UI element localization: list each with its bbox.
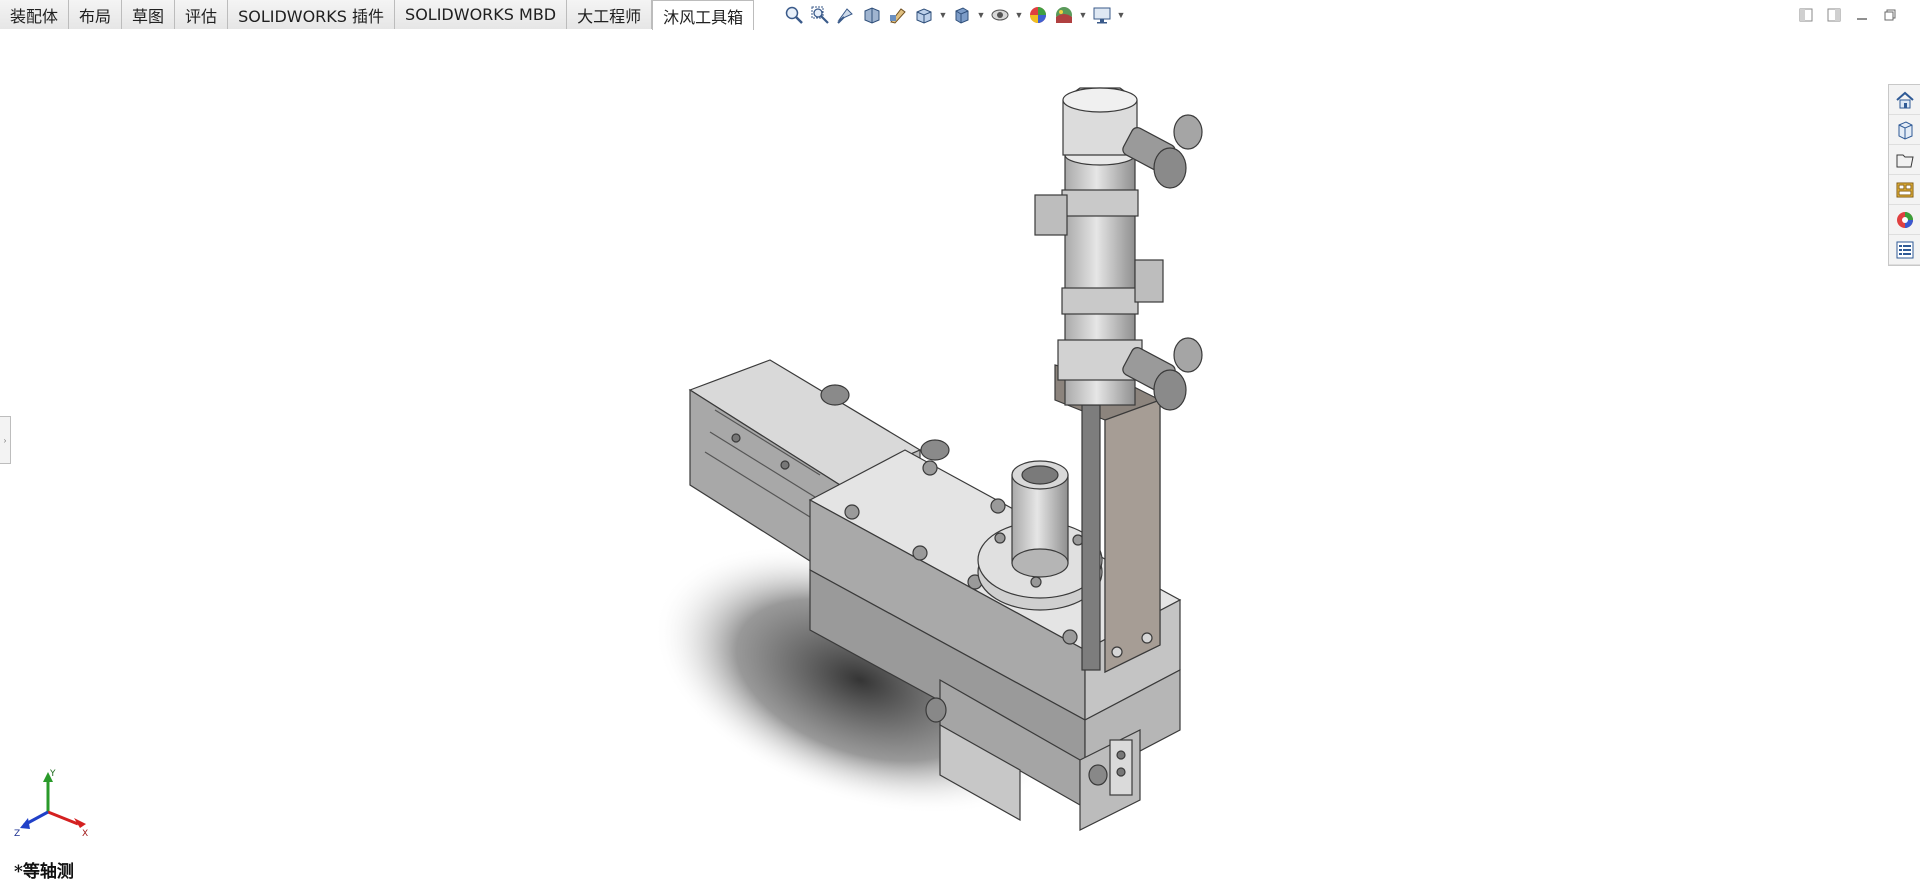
tab-assembly[interactable]: 装配体 bbox=[0, 0, 70, 29]
minimize-icon[interactable] bbox=[1852, 6, 1872, 24]
tab-solidworks-addins[interactable]: SOLIDWORKS 插件 bbox=[228, 0, 396, 29]
hide-show-dropdown-caret[interactable]: ▼ bbox=[1014, 3, 1024, 27]
tab-solidworks-mbd[interactable]: SOLIDWORKS MBD bbox=[395, 0, 568, 29]
feature-manager-expand-handle[interactable]: › bbox=[0, 416, 11, 464]
reference-triad: Y X Z bbox=[14, 769, 88, 839]
tab-layout[interactable]: 布局 bbox=[69, 0, 123, 29]
section-view-icon[interactable] bbox=[860, 3, 884, 27]
zoom-to-area-icon[interactable] bbox=[808, 3, 832, 27]
vertical-pneumatic-cylinder bbox=[1034, 87, 1203, 411]
assembly-3d-model[interactable] bbox=[600, 60, 1300, 850]
view-orientation-label: *等轴测 bbox=[14, 862, 74, 881]
tab-sketch[interactable]: 草图 bbox=[122, 0, 176, 29]
window-controls bbox=[1796, 6, 1900, 24]
hide-show-items-icon[interactable] bbox=[988, 3, 1012, 27]
scene-dropdown-caret[interactable]: ▼ bbox=[1078, 3, 1088, 27]
tab-evaluate[interactable]: 评估 bbox=[175, 0, 229, 29]
x-axis-label: X bbox=[82, 829, 88, 839]
view-settings-icon[interactable] bbox=[1090, 3, 1114, 27]
edit-appearance-icon[interactable] bbox=[1026, 3, 1050, 27]
file-explorer-icon[interactable] bbox=[1889, 145, 1920, 175]
view-orientation-icon[interactable] bbox=[912, 3, 936, 27]
y-axis-label: Y bbox=[49, 769, 56, 779]
previous-view-icon[interactable] bbox=[834, 3, 858, 27]
tab-mufeng-toolbox[interactable]: 沐风工具箱 bbox=[652, 0, 755, 30]
appearances-scenes-icon[interactable] bbox=[1889, 205, 1920, 235]
tile-left-icon[interactable] bbox=[1796, 6, 1816, 24]
design-library-icon[interactable] bbox=[1889, 115, 1920, 145]
task-pane bbox=[1888, 84, 1920, 266]
restore-icon[interactable] bbox=[1880, 6, 1900, 24]
tab-big-engineer[interactable]: 大工程师 bbox=[567, 0, 653, 29]
custom-properties-icon[interactable] bbox=[1889, 235, 1920, 265]
zoom-to-fit-icon[interactable] bbox=[782, 3, 806, 27]
heads-up-view-toolbar: ▼ ▼ ▼ ▼ ▼ bbox=[782, 3, 1126, 27]
solidworks-resources-icon[interactable] bbox=[1889, 85, 1920, 115]
dynamic-annotation-icon[interactable] bbox=[886, 3, 910, 27]
apply-scene-icon[interactable] bbox=[1052, 3, 1076, 27]
display-style-icon[interactable] bbox=[950, 3, 974, 27]
command-manager-tabs: 装配体 布局 草图 评估 SOLIDWORKS 插件 SOLIDWORKS MB… bbox=[0, 0, 755, 30]
view-orientation-dropdown-caret[interactable]: ▼ bbox=[938, 3, 948, 27]
view-settings-dropdown-caret[interactable]: ▼ bbox=[1116, 3, 1126, 27]
display-style-dropdown-caret[interactable]: ▼ bbox=[976, 3, 986, 27]
z-axis-label: Z bbox=[14, 829, 20, 839]
view-palette-icon[interactable] bbox=[1889, 175, 1920, 205]
x-axis-arrow bbox=[47, 810, 79, 826]
tile-right-icon[interactable] bbox=[1824, 6, 1844, 24]
